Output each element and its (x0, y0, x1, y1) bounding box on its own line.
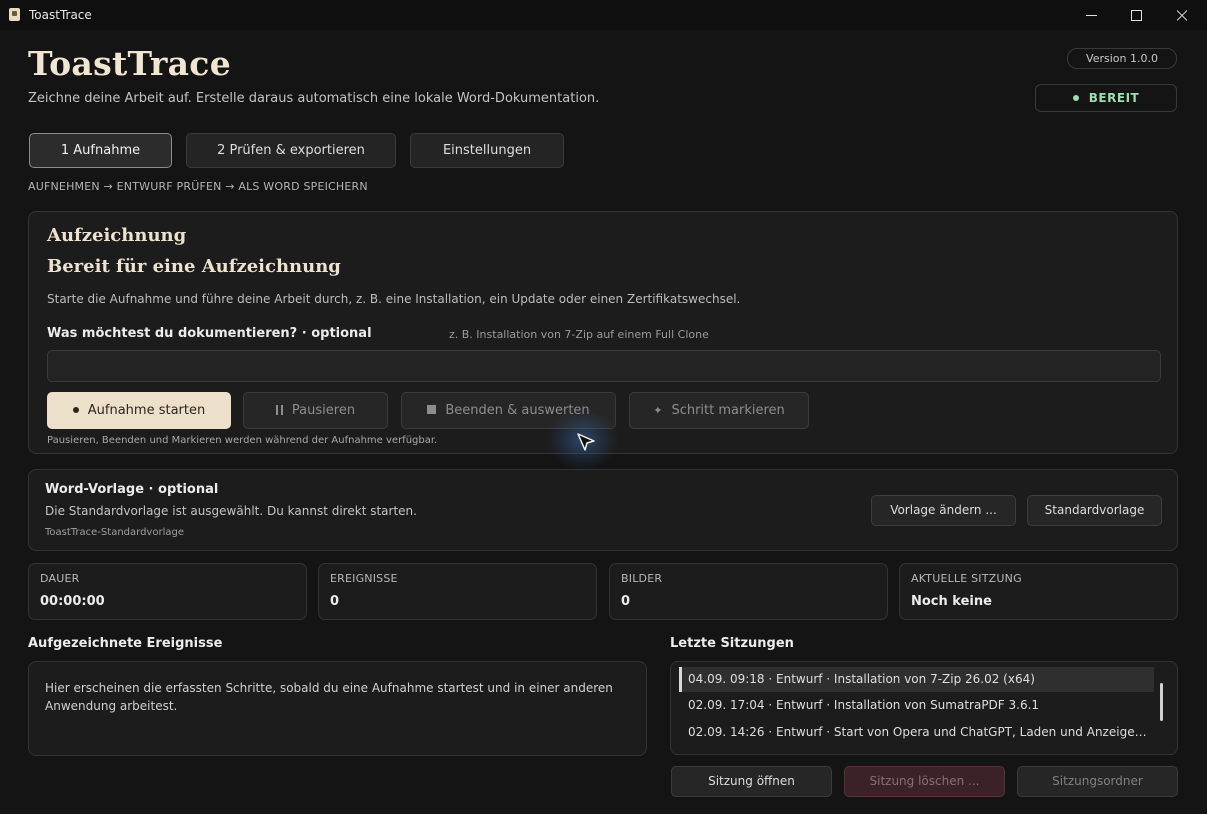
record-dot-icon (72, 406, 79, 413)
app-tagline: Zeichne deine Arbeit auf. Erstelle darau… (28, 91, 600, 106)
maximize-icon[interactable] (1114, 0, 1160, 30)
app-icon (9, 8, 20, 21)
sessions-scrollbar[interactable] (1160, 683, 1163, 721)
doc-field-label: Was möchtest du dokumentieren? · optiona… (47, 326, 372, 341)
sessions-list: 04.09. 09:18 · Entwurf · Installation vo… (670, 661, 1178, 755)
session-folder-button[interactable]: Sitzungsordner (1017, 766, 1178, 797)
pause-button[interactable]: Pausieren (243, 392, 388, 429)
stat-value: 0 (621, 594, 631, 609)
pause-icon (275, 404, 283, 415)
version-badge: Version 1.0.0 (1067, 48, 1177, 69)
stop-evaluate-button[interactable]: Beenden & auswerten (401, 392, 616, 429)
status-dot-icon (1072, 94, 1079, 101)
session-list-item[interactable]: 04.09. 09:18 · Entwurf · Installation vo… (679, 667, 1154, 692)
events-list[interactable]: Hier erscheinen die erfassten Schritte, … (28, 661, 647, 756)
mark-step-button[interactable]: ✦ Schritt markieren (629, 392, 809, 429)
recording-state-title: Bereit für eine Aufzeichnung (47, 256, 341, 277)
stat-label: EREIGNISSE (330, 572, 398, 585)
doc-field-hint: z. B. Installation von 7-Zip auf einem F… (449, 328, 709, 341)
template-title: Word-Vorlage · optional (45, 482, 219, 497)
tab-einstellungen[interactable]: Einstellungen (410, 133, 564, 168)
stat-value: 00:00:00 (40, 594, 105, 609)
title-bar: ToastTrace (0, 0, 1207, 30)
delete-session-button[interactable]: Sitzung löschen ... (844, 766, 1005, 797)
mouse-pointer-icon (577, 433, 595, 451)
stat-events: EREIGNISSE 0 (318, 563, 597, 620)
stop-evaluate-label: Beenden & auswerten (445, 403, 590, 418)
recording-description: Starte die Aufnahme und führe deine Arbe… (47, 292, 741, 306)
start-recording-label: Aufnahme starten (87, 403, 206, 418)
stat-current-session: AKTUELLE SITZUNG Noch keine (899, 563, 1178, 620)
stat-images: BILDER 0 (609, 563, 888, 620)
stat-value: 0 (330, 594, 340, 609)
recording-note: Pausieren, Beenden und Markieren werden … (47, 435, 438, 446)
change-template-button[interactable]: Vorlage ändern ... (871, 495, 1016, 526)
sparkle-icon: ✦ (653, 404, 663, 417)
recording-panel: Aufzeichnung Bereit für eine Aufzeichnun… (28, 211, 1178, 454)
word-template-panel: Word-Vorlage · optional Die Standardvorl… (28, 469, 1178, 551)
events-title: Aufgezeichnete Ereignisse (28, 636, 223, 651)
pause-label: Pausieren (291, 403, 356, 418)
stat-value: Noch keine (911, 594, 992, 609)
tab-aufnahme[interactable]: 1 Aufnahme (29, 133, 172, 168)
status-label: BEREIT (1088, 91, 1140, 105)
template-name: ToastTrace-Standardvorlage (45, 527, 184, 538)
session-list-item[interactable]: 02.09. 17:04 · Entwurf · Installation vo… (679, 693, 1154, 718)
app-brand: ToastTrace (28, 44, 231, 83)
session-list-item[interactable]: 02.09. 14:26 · Entwurf · Start von Opera… (679, 720, 1154, 745)
recording-section-title: Aufzeichnung (47, 225, 187, 246)
stat-label: DAUER (40, 572, 80, 585)
start-recording-button[interactable]: Aufnahme starten (47, 392, 231, 429)
stat-duration: DAUER 00:00:00 (28, 563, 307, 620)
tab-pruefen-exportieren[interactable]: 2 Prüfen & exportieren (186, 133, 396, 168)
stat-label: BILDER (621, 572, 663, 585)
mark-step-label: Schritt markieren (671, 403, 785, 418)
template-description: Die Standardvorlage ist ausgewählt. Du k… (45, 504, 417, 518)
sessions-title: Letzte Sitzungen (670, 636, 794, 651)
window-title: ToastTrace (29, 8, 92, 22)
close-icon[interactable] (1159, 0, 1205, 30)
default-template-button[interactable]: Standardvorlage (1027, 495, 1162, 526)
minimize-icon[interactable] (1069, 0, 1115, 30)
stop-icon (427, 405, 437, 414)
workflow-steps: AUFNEHMEN → ENTWURF PRÜFEN → ALS WORD SP… (28, 180, 368, 193)
doc-input[interactable] (47, 350, 1161, 382)
events-placeholder: Hier erscheinen die erfassten Schritte, … (45, 681, 613, 713)
stat-label: AKTUELLE SITZUNG (911, 572, 1022, 585)
status-badge: BEREIT (1035, 84, 1177, 112)
open-session-button[interactable]: Sitzung öffnen (671, 766, 832, 797)
